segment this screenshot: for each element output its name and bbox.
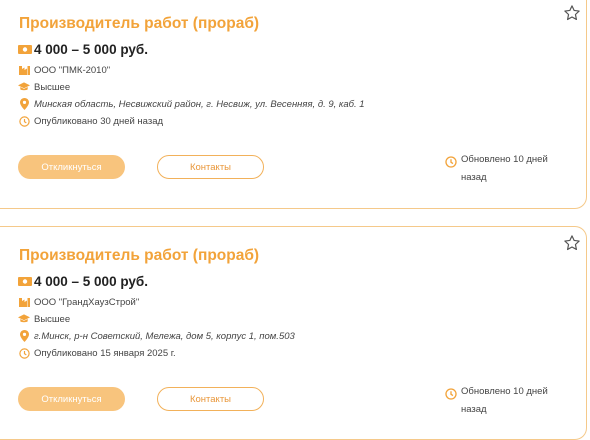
vacancy-title[interactable]: Производитель работ (прораб): [19, 247, 259, 265]
building-icon: [18, 296, 30, 308]
published-text: Опубликовано 15 января 2025 г.: [34, 347, 176, 359]
clock-icon: [18, 115, 30, 127]
clock-icon: [445, 155, 457, 168]
education-text: Высшее: [34, 313, 71, 325]
salary-text: 4 000 – 5 000 руб.: [34, 274, 148, 289]
company-row: ООО "ГрандХаузСтрой": [18, 296, 139, 308]
address-row: г.Минск, р-н Советский, Мележа, дом 5, к…: [18, 330, 295, 342]
vacancy-card[interactable]: Производитель работ (прораб) 4 000 – 5 0…: [0, 0, 587, 209]
contacts-button[interactable]: Контакты: [157, 155, 264, 179]
graduation-cap-icon: [18, 313, 30, 325]
vacancy-card[interactable]: Производитель работ (прораб) 4 000 – 5 0…: [0, 226, 587, 440]
address-row: Минская область, Несвижский район, г. Не…: [18, 98, 365, 110]
education-row: Высшее: [18, 313, 70, 325]
company-row: ООО "ПМК-2010": [18, 64, 110, 76]
updated-info: Обновлено 10 дней назад: [445, 154, 561, 187]
location-pin-icon: [18, 98, 30, 110]
vacancy-title[interactable]: Производитель работ (прораб): [19, 15, 259, 33]
address-text: г.Минск, р-н Советский, Мележа, дом 5, к…: [34, 330, 295, 342]
respond-button[interactable]: Откликнуться: [18, 387, 125, 411]
education-row: Высшее: [18, 81, 70, 93]
star-icon[interactable]: [563, 4, 581, 22]
money-icon: [18, 276, 32, 288]
graduation-cap-icon: [18, 81, 30, 93]
location-pin-icon: [18, 330, 30, 342]
clock-icon: [445, 387, 457, 400]
education-text: Высшее: [34, 81, 71, 93]
money-icon: [18, 44, 32, 56]
address-text: Минская область, Несвижский район, г. Не…: [34, 98, 365, 110]
salary-text: 4 000 – 5 000 руб.: [34, 42, 148, 57]
updated-text: Обновлено 10 дней назад: [461, 386, 548, 415]
building-icon: [18, 64, 30, 76]
updated-info: Обновлено 10 дней назад: [445, 386, 561, 419]
respond-button[interactable]: Откликнуться: [18, 155, 125, 179]
company-name[interactable]: ООО "ГрандХаузСтрой": [34, 297, 139, 308]
published-row: Опубликовано 30 дней назад: [18, 115, 163, 127]
published-row: Опубликовано 15 января 2025 г.: [18, 347, 176, 359]
company-name[interactable]: ООО "ПМК-2010": [34, 65, 110, 76]
star-icon[interactable]: [563, 234, 581, 252]
salary-row: 4 000 – 5 000 руб.: [18, 274, 148, 289]
salary-row: 4 000 – 5 000 руб.: [18, 42, 148, 57]
contacts-button[interactable]: Контакты: [157, 387, 264, 411]
updated-text: Обновлено 10 дней назад: [461, 154, 548, 183]
clock-icon: [18, 347, 30, 359]
published-text: Опубликовано 30 дней назад: [34, 115, 164, 127]
